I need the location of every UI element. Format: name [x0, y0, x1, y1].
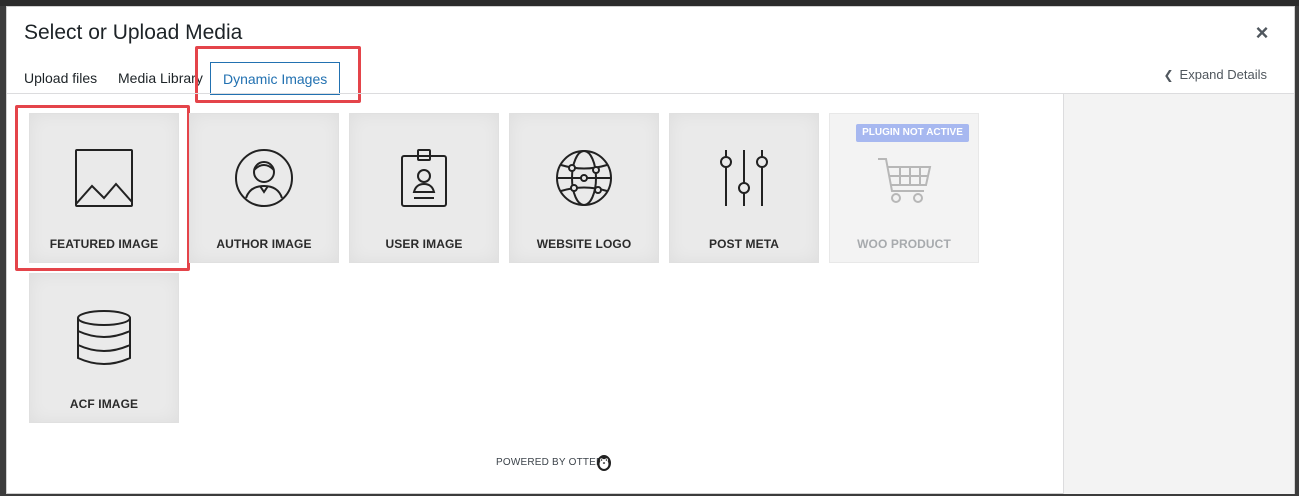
close-button[interactable]: ×: [1252, 22, 1272, 44]
landscape-image-icon: [74, 148, 134, 208]
details-sidebar: [1063, 94, 1294, 494]
tab-upload-files[interactable]: Upload files: [24, 62, 97, 95]
tile-label: POST META: [708, 237, 779, 251]
sliders-icon: [714, 148, 774, 208]
otter-logo-icon: [596, 453, 612, 471]
tile-label: ACF IMAGE: [69, 397, 139, 411]
tile-label: AUTHOR IMAGE: [216, 237, 312, 251]
tile-user-image[interactable]: USER IMAGE: [349, 113, 499, 263]
tile-featured-image[interactable]: FEATURED IMAGE: [29, 113, 179, 263]
media-modal: Select or Upload Media × Upload files Me…: [6, 6, 1295, 494]
powered-by-text: POWERED BY OTTER: [496, 457, 604, 468]
tile-acf-image[interactable]: ACF IMAGE: [29, 273, 179, 423]
tab-dynamic-images[interactable]: Dynamic Images: [210, 62, 341, 95]
tile-website-logo[interactable]: WEBSITE LOGO: [509, 113, 659, 263]
user-circle-icon: [234, 148, 294, 208]
plugin-not-active-badge: PLUGIN NOT ACTIVE: [856, 124, 969, 142]
modal-title: Select or Upload Media: [24, 21, 243, 44]
id-badge-icon: [394, 148, 454, 208]
tab-media-library[interactable]: Media Library: [118, 62, 203, 95]
tile-label: USER IMAGE: [385, 237, 463, 251]
database-icon: [74, 308, 134, 368]
shopping-cart-icon: [874, 153, 934, 213]
chevron-left-icon: ❮: [1163, 68, 1174, 82]
tile-woo-product: PLUGIN NOT ACTIVE WOO PRODUCT: [829, 113, 979, 263]
expand-details-button[interactable]: ❮ Expand Details: [1163, 67, 1267, 82]
tile-label: WEBSITE LOGO: [536, 237, 632, 251]
tile-label: WOO PRODUCT: [857, 237, 951, 251]
tile-author-image[interactable]: AUTHOR IMAGE: [189, 113, 339, 263]
globe-network-icon: [554, 148, 614, 208]
media-tabs: Upload files Media Library Dynamic Image…: [7, 57, 1294, 95]
expand-details-label: Expand Details: [1179, 67, 1267, 82]
tile-post-meta[interactable]: POST META: [669, 113, 819, 263]
tile-label: FEATURED IMAGE: [49, 237, 159, 251]
